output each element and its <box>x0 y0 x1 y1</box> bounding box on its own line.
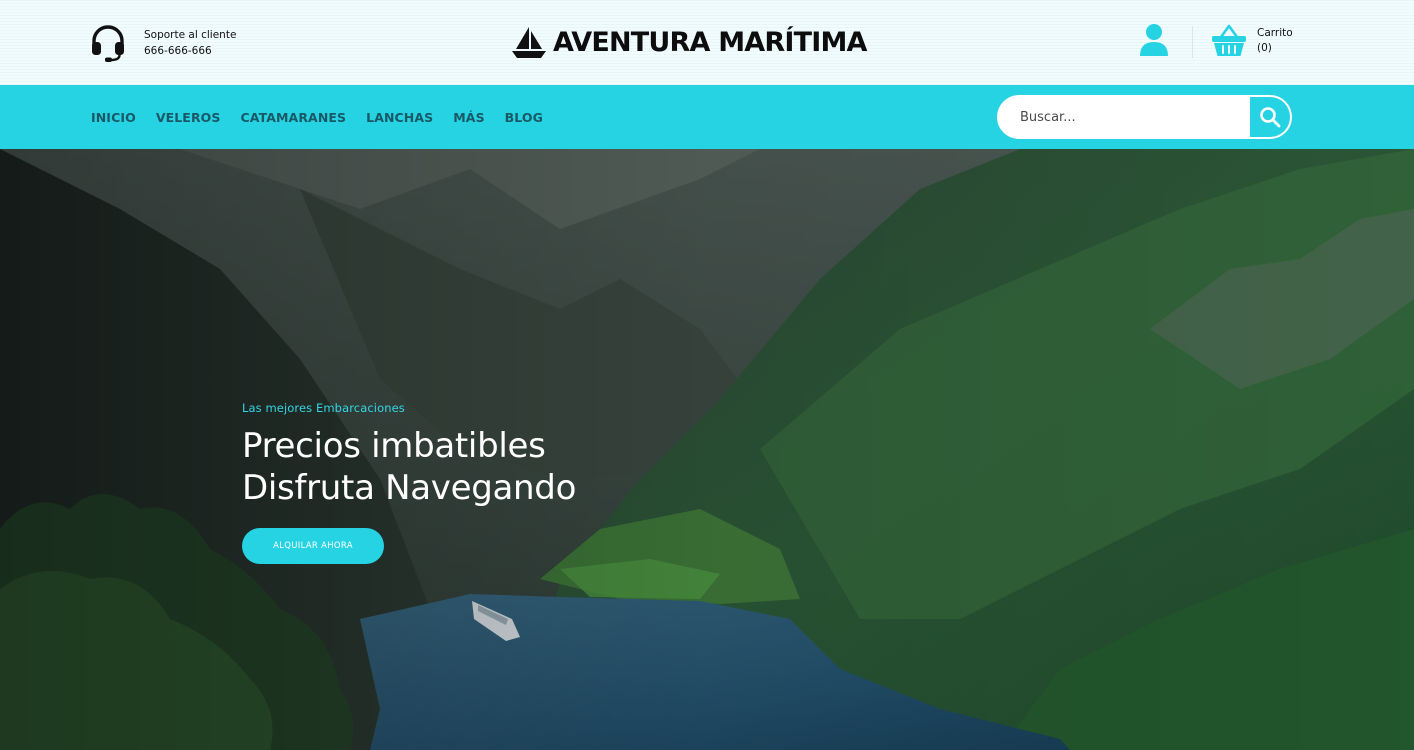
nav-item-blog[interactable]: BLOG <box>505 110 543 125</box>
header-divider <box>1192 26 1193 58</box>
sailboat-icon <box>511 25 547 59</box>
brand-logo[interactable]: AVENTURA MARÍTIMA <box>511 20 867 64</box>
fjord-landscape-image <box>0 149 1414 750</box>
hero-title-line-1: Precios imbatibles <box>242 426 546 466</box>
basket-icon <box>1210 22 1248 60</box>
rent-now-button[interactable]: ALQUILAR AHORA <box>242 528 384 564</box>
hero-content: Las mejores Embarcaciones Precios imbati… <box>242 401 576 564</box>
hero-title-line-2: Disfruta Navegando <box>242 468 577 508</box>
nav-item-inicio[interactable]: INICIO <box>91 110 136 125</box>
headset-icon <box>90 24 126 62</box>
support-label: Soporte al cliente <box>144 29 237 41</box>
support-phone[interactable]: 666-666-666 <box>144 43 236 59</box>
main-menu: INICIO VELEROS CATAMARANES LANCHAS MÁS B… <box>91 85 563 149</box>
nav-item-veleros[interactable]: VELEROS <box>156 110 221 125</box>
account-button[interactable] <box>1138 23 1170 59</box>
cart-label: Carrito <box>1257 27 1293 39</box>
search-icon <box>1259 106 1281 128</box>
cart-count: (0) <box>1257 42 1272 54</box>
hero-banner: Las mejores Embarcaciones Precios imbati… <box>0 149 1414 750</box>
nav-item-mas[interactable]: MÁS <box>453 110 484 125</box>
user-icon <box>1138 23 1170 59</box>
nav-item-lanchas[interactable]: LANCHAS <box>366 110 433 125</box>
search-box <box>997 95 1292 139</box>
nav-item-catamaranes[interactable]: CATAMARANES <box>241 110 347 125</box>
search-button[interactable] <box>1250 97 1290 137</box>
customer-support: Soporte al cliente 666-666-666 <box>90 24 236 62</box>
hero-title: Precios imbatibles Disfruta Navegando <box>242 425 576 509</box>
top-header: Soporte al cliente 666-666-666 AVENTURA … <box>0 0 1414 85</box>
hero-eyebrow: Las mejores Embarcaciones <box>242 401 405 415</box>
brand-name: AVENTURA MARÍTIMA <box>553 26 867 58</box>
main-navbar: INICIO VELEROS CATAMARANES LANCHAS MÁS B… <box>0 85 1414 149</box>
search-input[interactable] <box>999 97 1251 137</box>
cart-button[interactable]: Carrito (0) <box>1210 22 1293 60</box>
